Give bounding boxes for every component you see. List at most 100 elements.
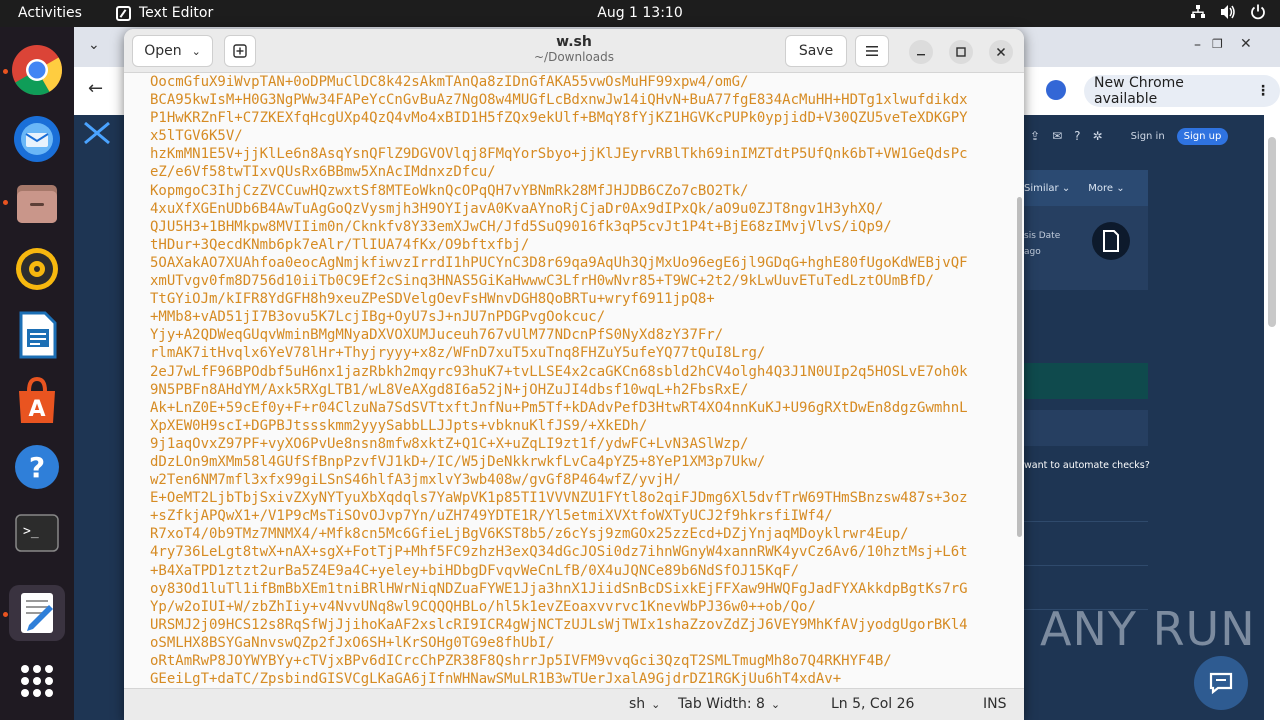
status-banner	[1024, 363, 1148, 399]
anyrun-logo-icon[interactable]	[82, 120, 112, 146]
svg-text:A: A	[28, 397, 45, 422]
list-item[interactable]	[1024, 486, 1148, 522]
restore-icon[interactable]: ❐	[1212, 37, 1223, 51]
page-scrollbar[interactable]	[1268, 137, 1276, 327]
code-line: TtGYiOJm/kIFR8YdGFH8h9xeuZPeSDVelgOevFsH…	[150, 291, 715, 308]
minimize-button[interactable]	[909, 40, 933, 64]
running-indicator	[3, 69, 8, 74]
close-button[interactable]	[989, 40, 1013, 64]
system-tray[interactable]	[1190, 4, 1266, 20]
code-line: 2eJ7wLfF96BPOdbf5uH6nx1jazRbkh2mqyrc93hu…	[150, 363, 968, 380]
power-icon	[1251, 4, 1265, 20]
card-header: Similar ⌄ More ⌄	[1024, 170, 1148, 206]
code-line: P1HwKRZnFl+C7ZKEXfqHcgUXp4QzQ4vMo4xBID1H…	[150, 110, 968, 127]
rhythmbox-icon[interactable]	[9, 241, 65, 297]
language-label: sh	[629, 696, 646, 712]
libreoffice-writer-icon[interactable]	[9, 307, 65, 363]
analysis-date-label: sis Date	[1024, 231, 1061, 241]
new-chrome-label: New Chrome available	[1094, 75, 1184, 107]
automate-text: want to automate checks?	[1024, 460, 1150, 471]
thunderbird-icon[interactable]	[9, 109, 65, 165]
code-line: tHDur+3QecdKNmb6pk7eAlr/TlIUA74fKx/O9bft…	[150, 236, 530, 253]
code-lines: OocmGfuX9iWvpTAN+0oDPMuClDC8k42sAkmTAnQa…	[150, 73, 968, 688]
help-icon[interactable]: ?	[9, 439, 65, 495]
open-button[interactable]: Open ⌄	[132, 35, 213, 67]
save-button[interactable]: Save	[785, 35, 847, 67]
help-circle-icon[interactable]: ?	[1074, 129, 1080, 143]
tab-list-chevron-icon[interactable]: ⌄	[88, 37, 100, 53]
list-item[interactable]	[1024, 530, 1148, 566]
code-line: rlmAK7itHvqlx6YeV78lHr+Thyjryyy+x8z/WFnD…	[150, 345, 766, 362]
code-line: QJU5H3+1BHMkpw8MVIIim0n/Cknkfv8Y33emXJwC…	[150, 218, 892, 235]
code-line: 9j1aqOvxZ97PF+vyXO6PvUe8nsn8mfw8xktZ+Q1C…	[150, 435, 749, 452]
sign-in-link[interactable]: Sign in	[1131, 131, 1165, 142]
message-icon[interactable]: ✉	[1052, 129, 1062, 143]
text-editor-icon	[116, 5, 131, 21]
vertical-scrollbar[interactable]	[1017, 197, 1022, 537]
insert-mode[interactable]: INS	[983, 696, 1007, 712]
network-icon	[1191, 5, 1205, 18]
info-panel	[1024, 410, 1148, 446]
minimize-icon	[917, 54, 925, 56]
upload-icon[interactable]: ⇪	[1030, 129, 1040, 143]
chat-icon	[1209, 672, 1233, 695]
code-line: 9N5PBFn8AHdYM/Axk5RXgLTB1/wL8VeAXgd8I6a5…	[150, 381, 749, 398]
text-area[interactable]: OocmGfuX9iWvpTAN+0oDPMuClDC8k42sAkmTAnQa…	[124, 73, 1024, 688]
code-line: +B4XaTPD1ztzt2urBa5Z4E9a4C+yeley+biHDbgD…	[150, 562, 800, 579]
maximize-icon	[956, 47, 966, 57]
code-line: +sZfkjAPQwX1+/V1P9cMsTiSOvOJvp7Yn/uZH749…	[150, 508, 833, 525]
code-line: x5lTGV6K5V/	[150, 128, 243, 145]
app-menu[interactable]: Text Editor	[116, 5, 213, 21]
more-vert-icon: ⋮	[1256, 83, 1270, 99]
code-line: XpXEW0H9scI+DGPBJtssskmm2yyySabbLLJJpts+…	[150, 417, 648, 434]
code-line: w2Ten6NM7mfl3xfx99giLSnS46hlfA3jmxlvY3wb…	[150, 472, 682, 489]
app-name: Text Editor	[139, 5, 214, 21]
main-menu-button[interactable]	[855, 35, 889, 67]
document-button[interactable]	[1092, 222, 1130, 260]
close-icon[interactable]: ✕	[1240, 36, 1252, 52]
code-line: 4xuXfXGEnUDb6B4AwTuAgGoQzVysmjh3H9OYIjav…	[150, 200, 884, 217]
minimize-icon[interactable]: –	[1194, 37, 1201, 53]
code-line: E+OeMT2LjbTbjSxivZXyNYTyuXbXqdqls7YaWpVK…	[150, 490, 968, 507]
more-tab[interactable]: More ⌄	[1088, 183, 1124, 194]
text-editor-icon[interactable]	[9, 585, 65, 641]
code-line: Ak+LnZ0E+59cEf0y+F+r04ClzuNa7SdSVTtxftJn…	[150, 399, 968, 416]
maximize-button[interactable]	[949, 40, 973, 64]
running-indicator	[3, 612, 8, 617]
svg-text:?: ?	[29, 451, 45, 484]
similar-tab[interactable]: Similar ⌄	[1024, 183, 1070, 194]
profile-icon[interactable]	[1046, 80, 1066, 100]
status-bar: sh ⌄ Tab Width: 8 ⌄ Ln 5, Col 26 INS	[124, 688, 1024, 720]
app-center-icon[interactable]: A	[9, 373, 65, 429]
code-line: Yjy+A2QDWeqGUqvWminBMgMNyaDXVOXUMJuceuh7…	[150, 327, 724, 344]
new-tab-button[interactable]	[224, 35, 256, 67]
anyrun-watermark: ANY RUN	[1040, 602, 1256, 656]
app-grid-icon[interactable]	[9, 653, 65, 709]
chevron-down-icon: ⌄	[770, 697, 781, 711]
chevron-down-icon: ⌄	[651, 697, 661, 711]
window-title: w.sh ~/Downloads	[124, 34, 1024, 64]
new-chrome-available-button[interactable]: New Chrome available ⋮	[1084, 75, 1280, 107]
terminal-icon[interactable]: >_	[9, 505, 65, 561]
code-line: OocmGfuX9iWvpTAN+0oDPMuClDC8k42sAkmTAnQa…	[150, 74, 749, 90]
chevron-down-icon: ⌄	[191, 44, 201, 58]
top-bar: Activities Text Editor Aug 1 13:10	[0, 0, 1280, 27]
code-line: +MMb8+vAD51jI7B3ovu5K7LcjIBg+OyU7sJ+nJU7…	[150, 309, 606, 326]
tab-width-selector[interactable]: Tab Width: 8 ⌄	[678, 696, 780, 712]
files-icon[interactable]	[9, 175, 65, 231]
code-line: R7xoT4/0b9TMz7MNMX4/+Mfk8cn5Mc6GfieLjBgV…	[150, 526, 909, 543]
close-icon	[996, 47, 1006, 57]
language-selector[interactable]: sh ⌄	[629, 696, 660, 712]
text-editor-window: Open ⌄ w.sh ~/Downloads Save OocmGfuX9iW…	[124, 29, 1024, 720]
file-path: ~/Downloads	[534, 50, 614, 64]
site-nav: ⇪ ✉ ? ✲ Sign in Sign up	[1030, 118, 1270, 154]
activities-button[interactable]: Activities	[18, 5, 82, 21]
chrome-icon[interactable]	[9, 42, 65, 98]
volume-icon	[1221, 5, 1235, 19]
back-icon[interactable]: ←	[88, 78, 103, 99]
code-line: oSMLHX8BSYGaNnvswQZp2fJxO6SH+lKrSOHg0TG9…	[150, 634, 555, 651]
chat-button[interactable]	[1194, 656, 1248, 710]
cursor-position[interactable]: Ln 5, Col 26	[831, 696, 914, 712]
sign-up-button[interactable]: Sign up	[1176, 127, 1229, 145]
settings-icon[interactable]: ✲	[1093, 129, 1103, 143]
